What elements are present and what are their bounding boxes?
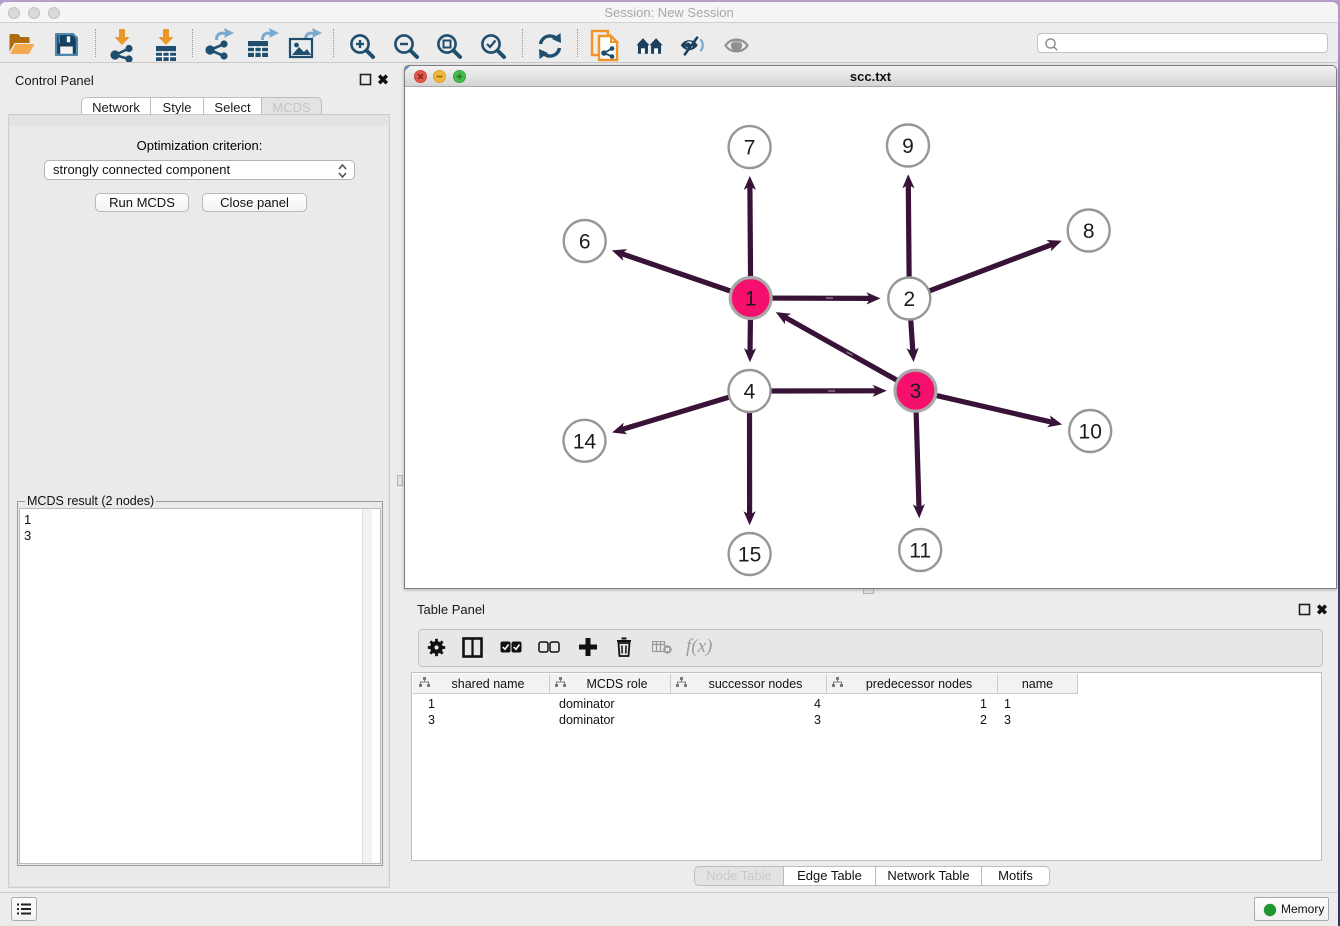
svg-text:9: 9	[902, 135, 914, 158]
svg-text:7: 7	[744, 137, 756, 160]
svg-text:8: 8	[1083, 220, 1095, 243]
svg-text:✖: ✖	[1316, 603, 1328, 616]
svg-text:15: 15	[738, 544, 761, 567]
svg-text:4: 4	[744, 381, 756, 404]
svg-text:2: 2	[903, 288, 915, 311]
svg-text:10: 10	[1079, 421, 1102, 444]
svg-text:11: 11	[909, 540, 931, 563]
svg-text:✖: ✖	[377, 73, 389, 86]
svg-text:1: 1	[745, 288, 757, 311]
svg-text:14: 14	[573, 430, 597, 453]
svg-text:6: 6	[579, 231, 591, 254]
svg-text:3: 3	[910, 380, 922, 403]
